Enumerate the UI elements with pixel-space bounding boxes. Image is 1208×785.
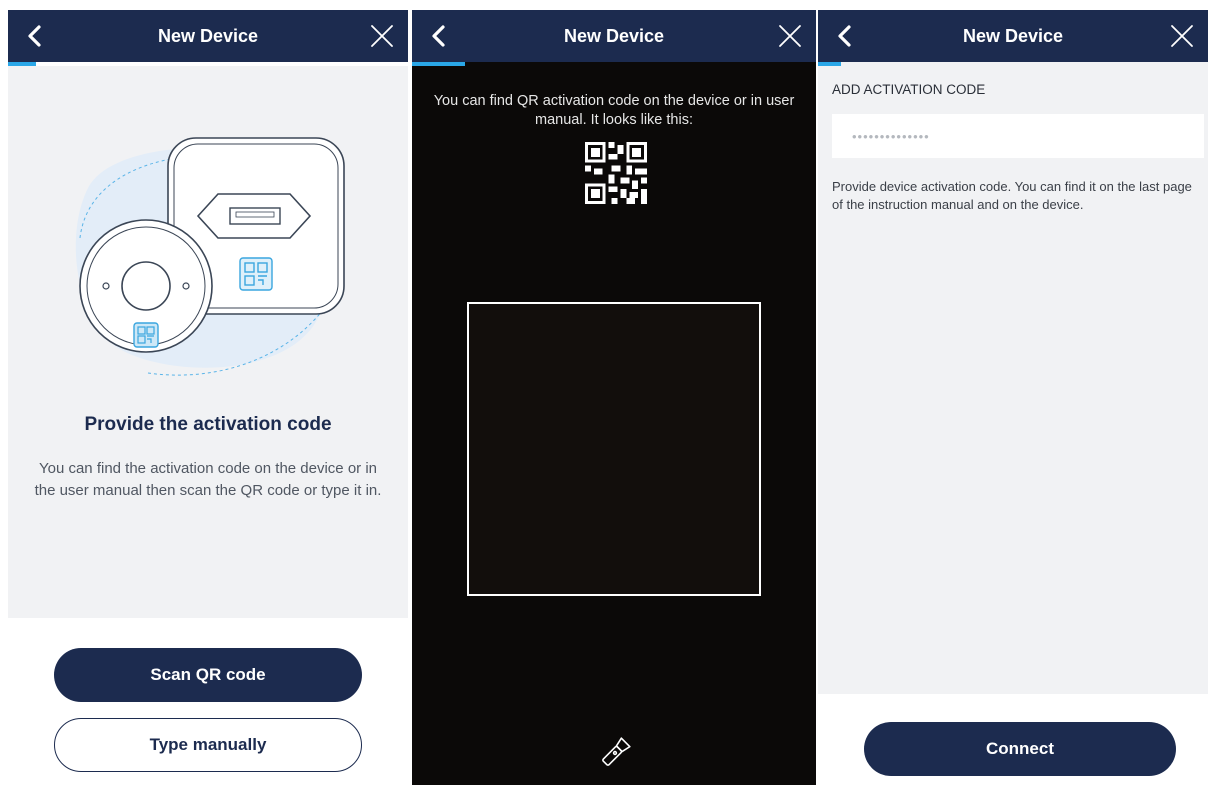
device-illustration bbox=[75, 137, 345, 376]
close-icon[interactable] bbox=[1170, 24, 1194, 48]
header-bar: New Device bbox=[412, 10, 816, 62]
section-label: ADD ACTIVATION CODE bbox=[832, 82, 986, 97]
type-manually-button[interactable]: Type manually bbox=[54, 718, 362, 772]
header-bar: New Device bbox=[818, 10, 1208, 62]
scan-qr-button[interactable]: Scan QR code bbox=[54, 648, 362, 702]
scan-frame bbox=[467, 302, 761, 596]
content-panel: Provide the activation code You can find… bbox=[8, 66, 408, 618]
connect-button[interactable]: Connect bbox=[864, 722, 1176, 776]
close-icon[interactable] bbox=[370, 24, 394, 48]
scan-hint-text: You can find QR activation code on the d… bbox=[433, 93, 795, 128]
instruction-text: You can find the activation code on the … bbox=[34, 460, 382, 499]
helper-text: Provide device activation code. You can … bbox=[832, 179, 1192, 212]
qr-code-icon bbox=[585, 142, 647, 204]
manual-code-screen: New Device ADD ACTIVATION CODE Provide d… bbox=[818, 10, 1208, 785]
camera-view: You can find QR activation code on the d… bbox=[412, 66, 816, 785]
section-heading: Provide the activation code bbox=[84, 414, 332, 435]
header-bar: New Device bbox=[8, 10, 408, 62]
qr-scanner-screen: New Device You can find QR activation co… bbox=[412, 10, 816, 785]
page-title: New Device bbox=[563, 26, 665, 46]
content-panel: ADD ACTIVATION CODE Provide device activ… bbox=[818, 66, 1208, 694]
provide-code-screen: New Device Provide the activation code Y… bbox=[8, 10, 408, 785]
close-icon[interactable] bbox=[778, 24, 802, 48]
flashlight-icon[interactable] bbox=[596, 734, 634, 772]
activation-code-input[interactable] bbox=[832, 114, 1204, 158]
page-title: New Device bbox=[157, 26, 259, 46]
page-title: New Device bbox=[962, 26, 1064, 46]
